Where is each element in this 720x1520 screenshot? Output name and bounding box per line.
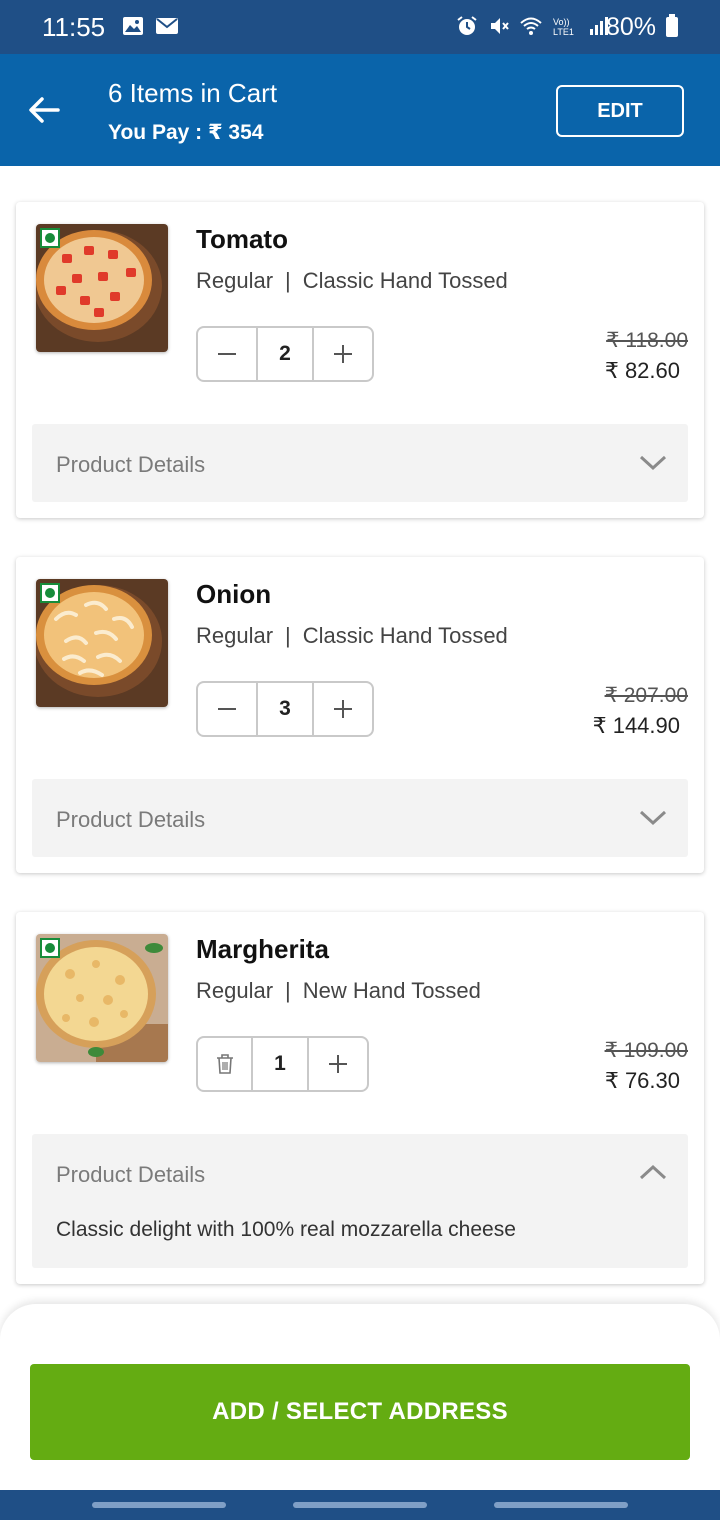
cart-item-card: Margherita Regular | New Hand Tossed 1 ₹ 1… [16, 912, 704, 1284]
nav-home-handle[interactable] [293, 1502, 427, 1508]
status-time: 11:55 [42, 12, 106, 42]
alarm-icon [457, 16, 477, 35]
pizza-image [36, 579, 168, 707]
delete-button[interactable] [198, 1038, 251, 1090]
product-variant: Regular | Classic Hand Tossed [196, 268, 508, 294]
wifi-icon [520, 17, 542, 35]
plus-icon [329, 1055, 347, 1073]
original-price: ₹ 109.00 [604, 1039, 688, 1062]
trash-icon [216, 1054, 233, 1074]
crust-label: New Hand Tossed [302, 978, 481, 1003]
nav-recents-handle[interactable] [92, 1502, 226, 1508]
size-label: Regular [196, 623, 274, 648]
product-details-toggle[interactable]: Product Details [32, 779, 688, 857]
image-icon [123, 17, 143, 35]
chevron-up-icon [639, 1164, 667, 1180]
product-details-label: Product Details [56, 1162, 206, 1187]
product-name: Onion [196, 579, 272, 609]
product-description: Classic delight with 100% real mozzarell… [56, 1218, 516, 1241]
separator: | [285, 268, 291, 293]
svg-text:Vo)): Vo)) [553, 17, 570, 27]
add-select-address-button[interactable]: ADD / SELECT ADDRESS [30, 1364, 690, 1460]
product-details-label: Product Details [56, 807, 206, 832]
product-variant: Regular | Classic Hand Tossed [196, 623, 508, 649]
veg-indicator-icon [40, 938, 60, 958]
edit-button[interactable]: EDIT [556, 85, 684, 137]
cart-item-card: Onion Regular | Classic Hand Tossed 3 ₹ 20… [16, 557, 704, 873]
lte-icon: Vo))LTE1 [553, 17, 574, 37]
you-pay-amount: You Pay : ₹ 354 [108, 121, 264, 144]
crust-label: Classic Hand Tossed [302, 268, 508, 293]
product-name: Tomato [196, 224, 288, 254]
cart-item-card: Tomato Regular | Classic Hand Tossed 2 ₹ 1… [16, 202, 704, 518]
veg-indicator-icon [40, 228, 60, 248]
chevron-down-icon [639, 810, 667, 826]
decrement-button[interactable] [198, 328, 256, 380]
separator: | [285, 978, 291, 1003]
quantity-value: 1 [251, 1038, 309, 1090]
minus-icon [218, 353, 236, 355]
increment-button[interactable] [314, 683, 372, 735]
mail-icon [156, 18, 178, 34]
crust-label: Classic Hand Tossed [302, 623, 508, 648]
product-details-label: Product Details [56, 452, 206, 477]
quantity-value: 3 [256, 683, 314, 735]
plus-icon [334, 345, 352, 363]
quantity-stepper: 1 [196, 1036, 369, 1092]
battery-icon [666, 14, 678, 37]
cart-header: 6 Items in Cart You Pay : ₹ 354 EDIT [0, 54, 720, 166]
original-price: ₹ 207.00 [604, 684, 688, 707]
discounted-price: ₹ 82.60 [604, 358, 680, 383]
product-details-toggle[interactable]: Product Details Classic delight with 100… [32, 1134, 688, 1268]
increment-button[interactable] [309, 1038, 367, 1090]
pizza-image [36, 224, 168, 352]
size-label: Regular [196, 268, 274, 293]
quantity-stepper: 2 [196, 326, 374, 382]
mute-icon [491, 18, 509, 34]
nav-back-handle[interactable] [494, 1502, 628, 1508]
decrement-button[interactable] [198, 683, 256, 735]
quantity-value: 2 [256, 328, 314, 380]
minus-icon [218, 708, 236, 710]
svg-text:LTE1: LTE1 [553, 27, 574, 37]
back-arrow-icon[interactable] [24, 90, 64, 130]
bottom-action-panel: ADD / SELECT ADDRESS [0, 1304, 720, 1490]
plus-icon [334, 700, 352, 718]
system-nav-bar [0, 1490, 720, 1520]
chevron-down-icon [639, 455, 667, 471]
quantity-stepper: 3 [196, 681, 374, 737]
battery-percent: 80% [605, 13, 656, 41]
product-details-toggle[interactable]: Product Details [32, 424, 688, 502]
pizza-image [36, 934, 168, 1062]
increment-button[interactable] [314, 328, 372, 380]
cart-title: 6 Items in Cart [108, 78, 278, 108]
discounted-price: ₹ 144.90 [592, 713, 680, 738]
original-price: ₹ 118.00 [606, 329, 688, 352]
discounted-price: ₹ 76.30 [604, 1068, 680, 1093]
product-variant: Regular | New Hand Tossed [196, 978, 481, 1004]
veg-indicator-icon [40, 583, 60, 603]
separator: | [285, 623, 291, 648]
size-label: Regular [196, 978, 274, 1003]
status-bar: 11:55 Vo)) LTE1 80% [0, 0, 720, 54]
product-name: Margherita [196, 934, 329, 964]
